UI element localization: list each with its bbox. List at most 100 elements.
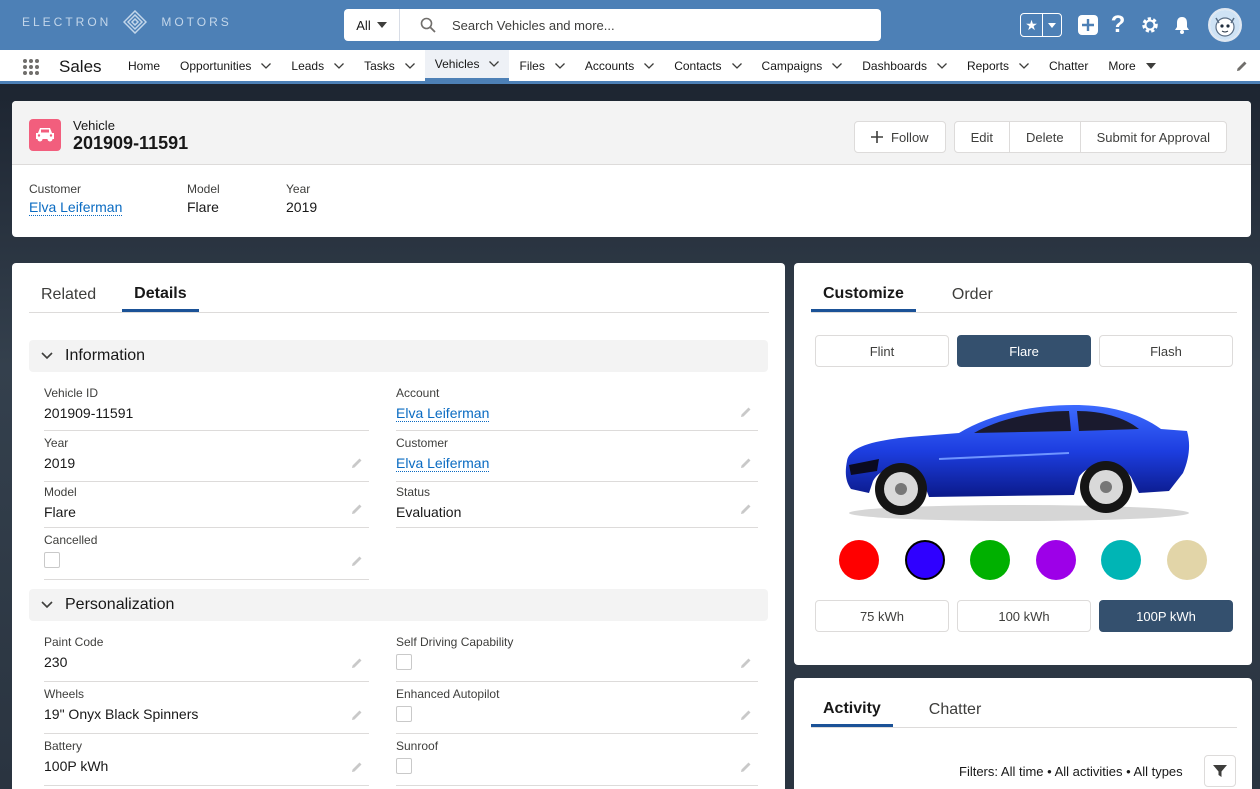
global-search[interactable]: All Search Vehicles and more... [344, 9, 881, 41]
nav-item-campaigns[interactable]: Campaigns [752, 50, 853, 81]
user-avatar[interactable] [1208, 8, 1242, 42]
checkbox[interactable] [396, 758, 412, 774]
field-value-link[interactable]: Elva Leiferman [396, 455, 490, 472]
nav-item-opportunities[interactable]: Opportunities [170, 50, 281, 81]
color-swatch[interactable] [1035, 540, 1076, 580]
nav-item-more[interactable]: More [1098, 50, 1165, 81]
chevron-down-icon[interactable] [644, 62, 655, 69]
chevron-down-icon[interactable] [261, 62, 272, 69]
edit-pencil-icon[interactable] [740, 457, 752, 469]
field-account: Account Elva Leiferman [396, 386, 758, 431]
color-swatch[interactable] [904, 540, 945, 580]
nav-item-home[interactable]: Home [118, 50, 170, 81]
nav-item-chatter[interactable]: Chatter [1039, 50, 1098, 81]
field-label: Paint Code [44, 635, 104, 649]
tab-chatter[interactable]: Chatter [917, 693, 993, 727]
app-launcher-waffle-icon[interactable] [22, 58, 40, 76]
field-battery: Battery 100P kWh [44, 739, 369, 786]
battery-option-100p-kwh[interactable]: 100P kWh [1099, 600, 1233, 632]
nav-item-label: Accounts [584, 58, 635, 73]
model-option-flare[interactable]: Flare [957, 335, 1091, 367]
battery-option-75-kwh[interactable]: 75 kWh [815, 600, 949, 632]
checkbox[interactable] [396, 654, 412, 670]
chevron-down-icon[interactable] [554, 62, 565, 69]
edit-pencil-icon[interactable] [740, 709, 752, 721]
nav-item-leads[interactable]: Leads [281, 50, 354, 81]
chevron-down-icon[interactable] [404, 62, 415, 69]
search-input[interactable]: Search Vehicles and more... [452, 18, 615, 33]
nav-item-contacts[interactable]: Contacts [664, 50, 751, 81]
setup-gear-icon[interactable] [1139, 14, 1161, 36]
model-option-flint[interactable]: Flint [815, 335, 949, 367]
edit-pencil-icon[interactable] [351, 761, 363, 773]
favorites-button[interactable]: ★ [1020, 13, 1062, 37]
color-swatch[interactable] [1166, 540, 1207, 580]
tab-order[interactable]: Order [940, 278, 1005, 312]
checkbox[interactable] [44, 552, 60, 568]
nav-item-tasks[interactable]: Tasks [354, 50, 425, 81]
customer-link[interactable]: Elva Leiferman [29, 199, 123, 216]
search-icon [420, 17, 436, 33]
chevron-down-icon [41, 352, 53, 360]
tab-details[interactable]: Details [122, 278, 199, 312]
nav-item-label: Tasks [364, 58, 395, 73]
edit-pencil-icon[interactable] [740, 761, 752, 773]
filter-button[interactable] [1204, 755, 1236, 787]
nav-item-accounts[interactable]: Accounts [575, 50, 664, 81]
follow-button[interactable]: Follow [854, 121, 946, 153]
caret-down-icon[interactable] [1145, 62, 1156, 69]
highlight-customer: Customer Elva Leiferman [29, 182, 123, 216]
edit-pencil-icon[interactable] [351, 555, 363, 567]
nav-item-dashboards[interactable]: Dashboards [852, 50, 957, 81]
search-scope-dropdown[interactable]: All [344, 9, 400, 41]
tab-related[interactable]: Related [29, 278, 108, 312]
color-swatch[interactable] [839, 540, 879, 580]
activity-filters-text: Filters: All time • All activities • All… [959, 764, 1183, 779]
details-card: Related Details Information Vehicle ID 20… [12, 263, 785, 789]
field-vehicle-id: Vehicle ID 201909-11591 [44, 386, 369, 431]
field-paint-code: Paint Code 230 [44, 635, 369, 682]
nav-item-files[interactable]: Files [509, 50, 574, 81]
tab-activity[interactable]: Activity [811, 693, 893, 727]
section-information-header[interactable]: Information [29, 340, 768, 372]
delete-button[interactable]: Delete [1009, 121, 1081, 153]
edit-button[interactable]: Edit [953, 121, 1010, 153]
field-wheels: Wheels 19" Onyx Black Spinners [44, 687, 369, 734]
chevron-down-icon[interactable] [489, 61, 500, 67]
section-personalization-header[interactable]: Personalization [29, 589, 768, 621]
field-value-link[interactable]: Elva Leiferman [396, 405, 490, 422]
edit-pencil-icon[interactable] [740, 406, 752, 418]
color-swatch[interactable] [1101, 540, 1141, 580]
edit-pencil-icon[interactable] [351, 657, 363, 669]
chevron-down-icon[interactable] [937, 62, 947, 69]
favorites-list-caret-icon[interactable] [1043, 14, 1061, 36]
checkbox[interactable] [396, 706, 412, 722]
tab-customize[interactable]: Customize [811, 278, 916, 312]
notifications-bell-icon[interactable] [1171, 14, 1193, 36]
edit-pencil-icon[interactable] [740, 503, 752, 515]
nav-item-label: Chatter [1049, 58, 1089, 73]
submit-for-approval-button[interactable]: Submit for Approval [1080, 121, 1228, 153]
nav-item-label: Dashboards [862, 58, 927, 73]
chevron-down-icon[interactable] [1019, 62, 1029, 69]
edit-pencil-icon[interactable] [351, 457, 363, 469]
edit-nav-pencil-icon[interactable] [1236, 60, 1248, 72]
chevron-down-icon[interactable] [832, 62, 843, 69]
app-logo[interactable]: ELECTRON MOTORS [22, 10, 232, 34]
model-option-flash[interactable]: Flash [1099, 335, 1233, 367]
chevron-down-icon[interactable] [731, 62, 742, 69]
nav-item-label: Contacts [674, 58, 722, 73]
global-actions-plus-icon[interactable] [1077, 14, 1099, 36]
nav-item-reports[interactable]: Reports [957, 50, 1039, 81]
help-question-icon[interactable]: ? [1107, 11, 1129, 38]
edit-pencil-icon[interactable] [351, 503, 363, 515]
nav-item-vehicles[interactable]: Vehicles [424, 50, 510, 81]
edit-pencil-icon[interactable] [351, 709, 363, 721]
chevron-down-icon[interactable] [334, 62, 345, 69]
caret-down-icon [376, 22, 387, 28]
color-swatch[interactable] [970, 540, 1010, 580]
edit-pencil-icon[interactable] [740, 657, 752, 669]
battery-option-100-kwh[interactable]: 100 kWh [957, 600, 1091, 632]
star-icon[interactable]: ★ [1021, 14, 1043, 36]
app-navigation-bar: Sales Home Opportunities Leads Tasks Vehicle… [0, 50, 1260, 84]
